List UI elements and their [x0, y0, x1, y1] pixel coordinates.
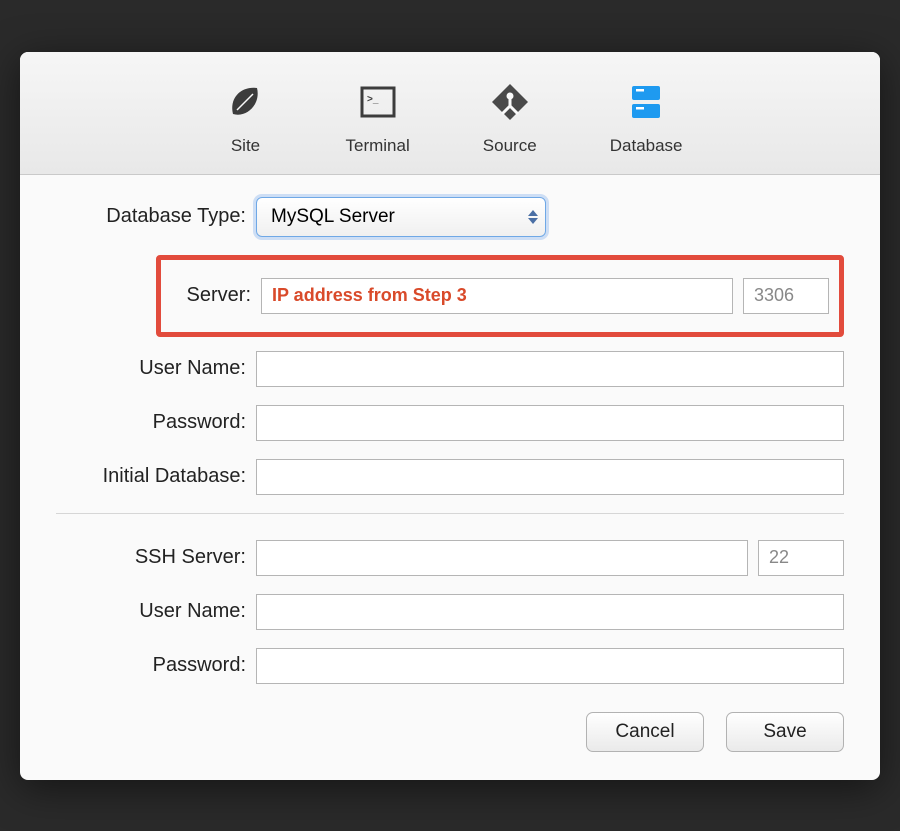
toolbar: Site >_ Terminal Source: [20, 52, 880, 175]
tab-database-label: Database: [610, 136, 683, 156]
dialog-buttons: Cancel Save: [20, 702, 880, 752]
server-port-input[interactable]: [743, 278, 829, 314]
leaf-icon: [217, 74, 273, 130]
row-initial-db: Initial Database:: [56, 459, 844, 495]
label-ssh-username: User Name:: [56, 600, 256, 623]
label-server: Server:: [161, 284, 261, 307]
terminal-icon: >_: [350, 74, 406, 130]
form-body: Database Type: MySQL Server Server:: [20, 175, 880, 684]
row-ssh-server: SSH Server:: [56, 540, 844, 576]
database-type-select-wrap: MySQL Server: [256, 197, 546, 237]
label-ssh-password: Password:: [56, 654, 256, 677]
section-divider: [56, 513, 844, 514]
server-host-input[interactable]: [261, 278, 733, 314]
ssh-server-port-input[interactable]: [758, 540, 844, 576]
password-input[interactable]: [256, 405, 844, 441]
label-database-type: Database Type:: [56, 205, 256, 228]
database-type-select[interactable]: MySQL Server: [256, 197, 546, 237]
row-password: Password:: [56, 405, 844, 441]
server-highlight-annotation: Server:: [156, 255, 844, 337]
tab-database[interactable]: Database: [604, 70, 689, 160]
tab-source-label: Source: [483, 136, 537, 156]
cancel-button[interactable]: Cancel: [586, 712, 704, 752]
initial-database-input[interactable]: [256, 459, 844, 495]
source-icon: [482, 74, 538, 130]
label-password: Password:: [56, 411, 256, 434]
tab-terminal-label: Terminal: [345, 136, 409, 156]
row-server: Server:: [161, 278, 829, 314]
label-username: User Name:: [56, 357, 256, 380]
row-database-type: Database Type: MySQL Server: [56, 197, 844, 237]
label-ssh-server: SSH Server:: [56, 546, 256, 569]
row-ssh-username: User Name:: [56, 594, 844, 630]
save-button[interactable]: Save: [726, 712, 844, 752]
row-username: User Name:: [56, 351, 844, 387]
tab-terminal[interactable]: >_ Terminal: [339, 70, 415, 160]
database-settings-dialog: Site >_ Terminal Source: [20, 52, 880, 780]
tab-site-label: Site: [231, 136, 260, 156]
database-icon: [618, 74, 674, 130]
tab-site[interactable]: Site: [211, 70, 279, 160]
username-input[interactable]: [256, 351, 844, 387]
ssh-password-input[interactable]: [256, 648, 844, 684]
tab-source[interactable]: Source: [476, 70, 544, 160]
svg-text:>_: >_: [367, 94, 379, 105]
row-ssh-password: Password:: [56, 648, 844, 684]
ssh-server-host-input[interactable]: [256, 540, 748, 576]
ssh-username-input[interactable]: [256, 594, 844, 630]
label-initial-db: Initial Database:: [56, 465, 256, 488]
